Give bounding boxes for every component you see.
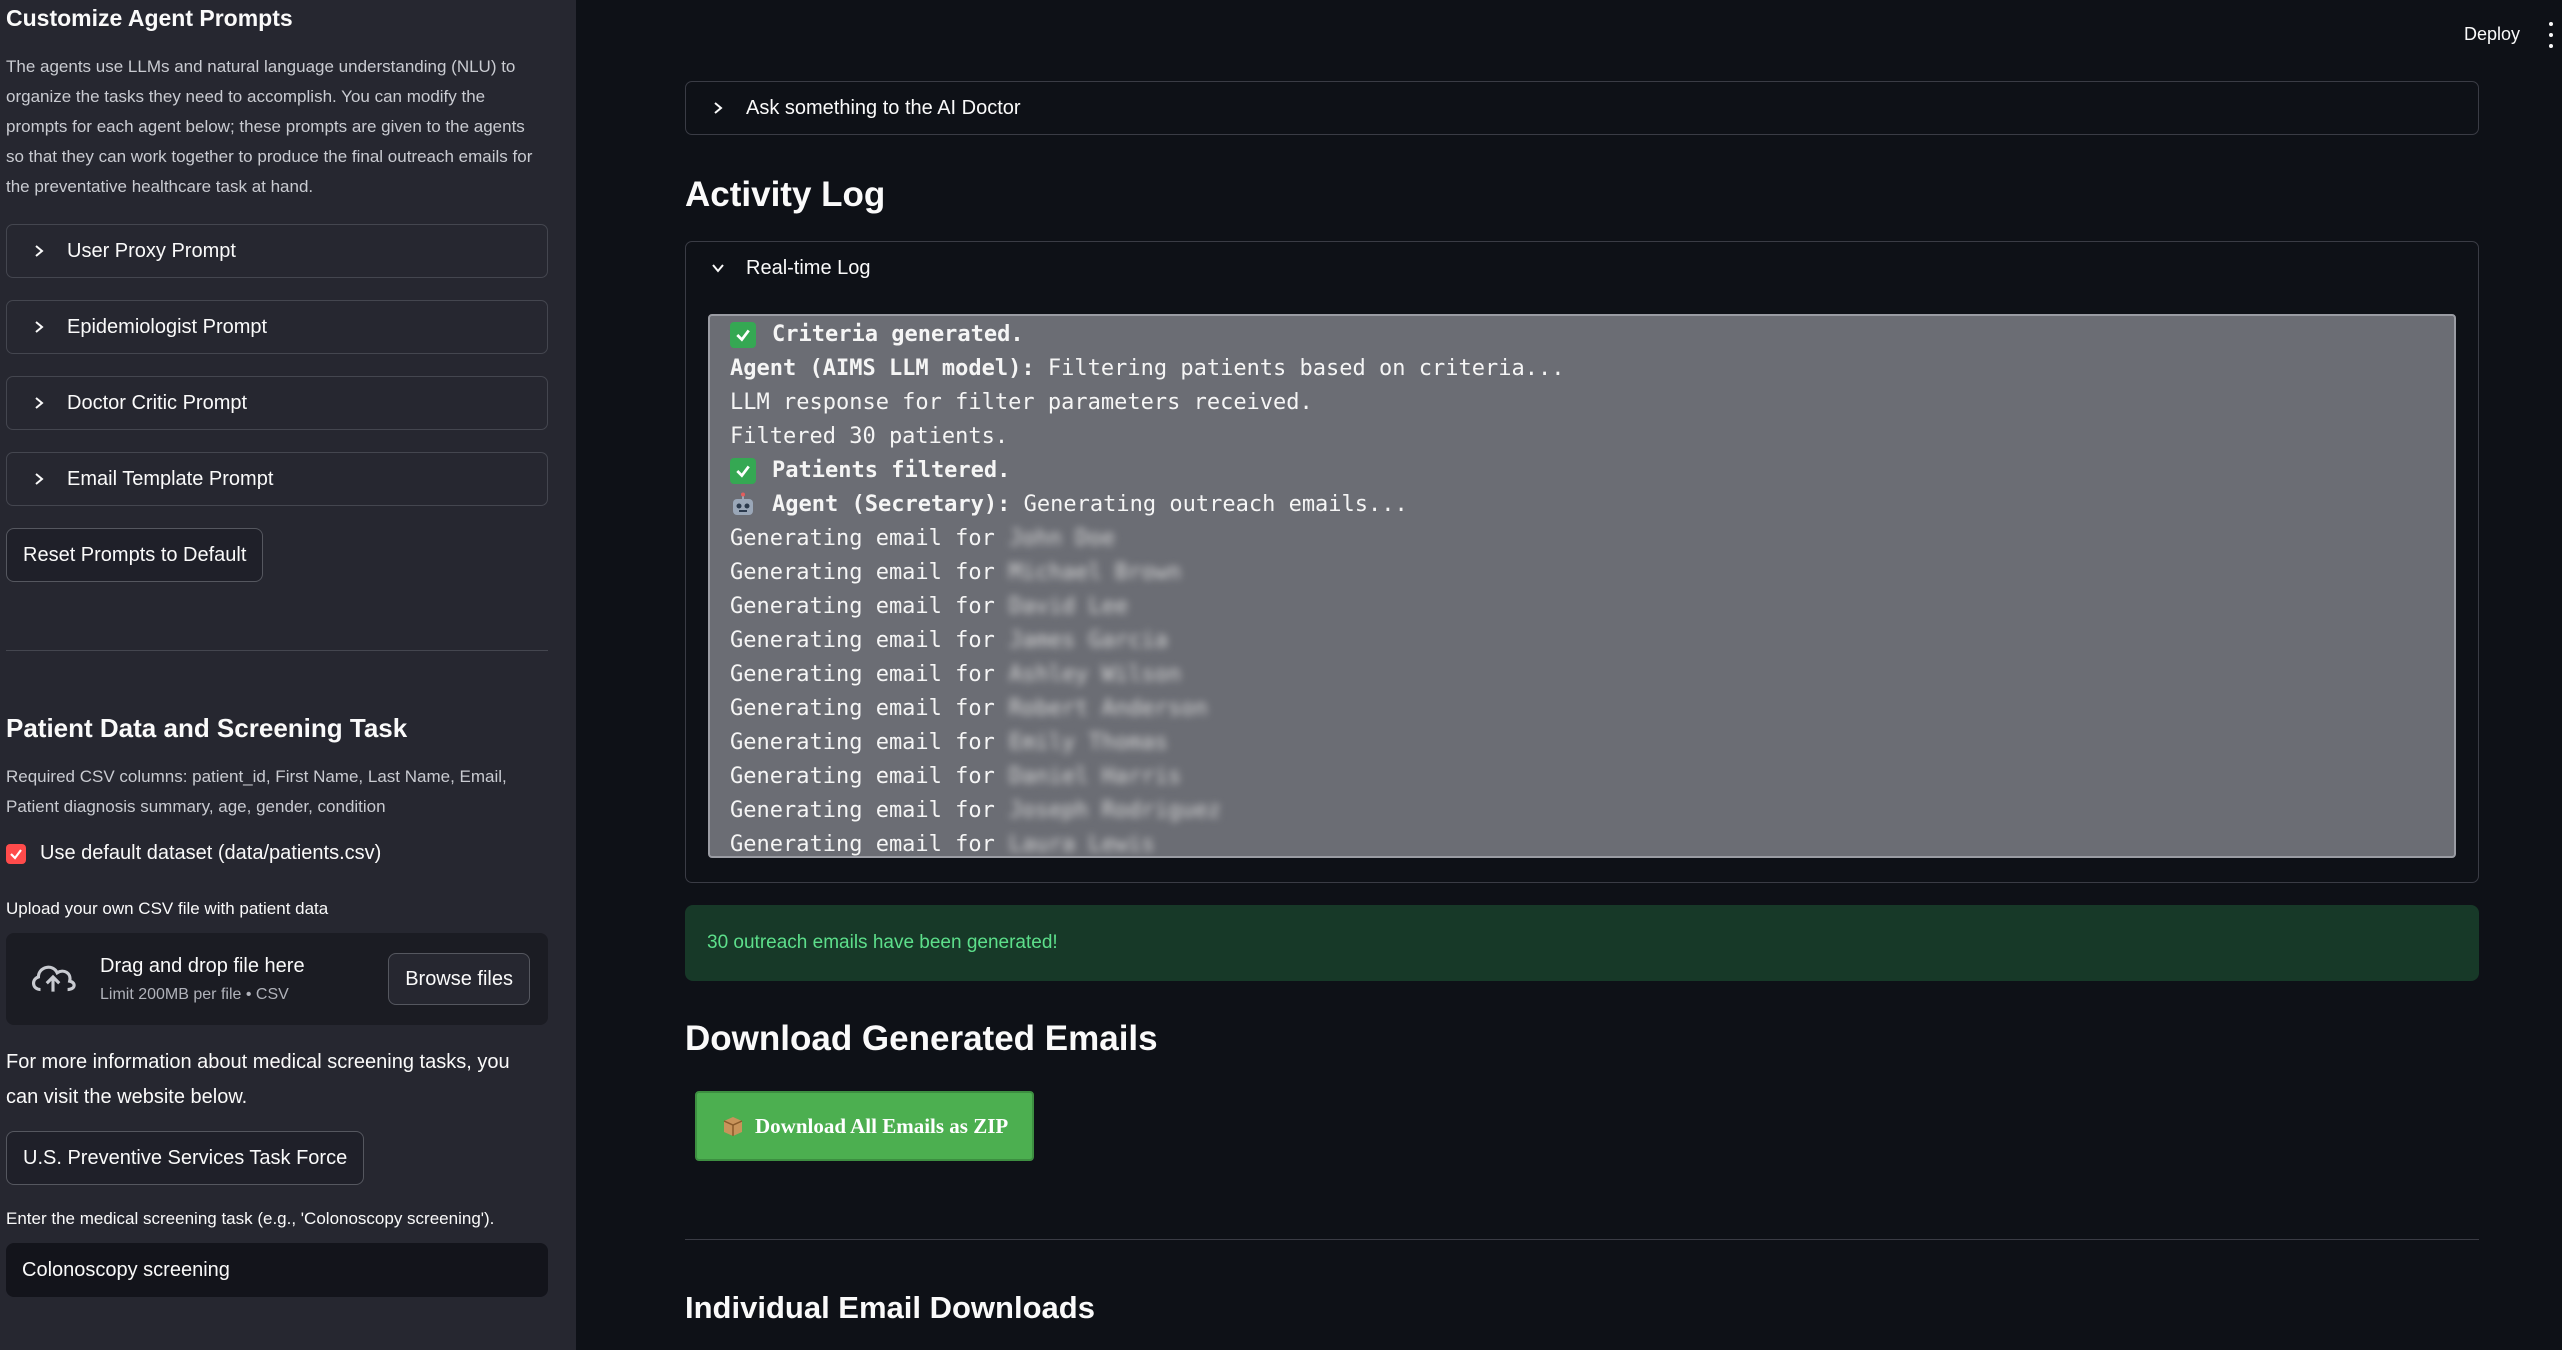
chevron-right-icon [29, 469, 49, 489]
file-uploader-dropzone[interactable]: Drag and drop file here Limit 200MB per … [6, 933, 548, 1025]
reset-prompts-button[interactable]: Reset Prompts to Default [6, 528, 264, 582]
package-icon [721, 1114, 745, 1138]
redacted-name: Laura Lewis [1008, 832, 1155, 857]
main-area: Deploy Ask something to the AI Doctor Ac… [576, 0, 2562, 1350]
log-line: Generating email for David Lee [730, 590, 2454, 624]
activity-log-title: Activity Log [685, 175, 886, 214]
log-line: Generating email for Daniel Harris [730, 760, 2454, 794]
redacted-name: Robert Anderson [1008, 696, 1208, 721]
sidebar-title: Customize Agent Prompts [6, 5, 293, 31]
log-line: Generating email for Robert Anderson [730, 692, 2454, 726]
realtime-log-label: Real-time Log [746, 256, 871, 279]
main-column: Ask something to the AI Doctor Activity … [685, 81, 2479, 1326]
redacted-name: Ashley Wilson [1008, 662, 1182, 687]
chevron-right-icon [708, 98, 728, 118]
deploy-button[interactable]: Deploy [2464, 24, 2520, 45]
log-line: Generating email for John Doe [730, 522, 2454, 556]
expander-label: User Proxy Prompt [67, 239, 236, 262]
chevron-down-icon [708, 258, 728, 278]
redacted-name: Emily Thomas [1008, 730, 1168, 755]
expander-label: Epidemiologist Prompt [67, 315, 268, 338]
upload-label: Upload your own CSV file with patient da… [6, 899, 329, 918]
redacted-name: John Doe [1008, 526, 1115, 551]
cloud-upload-icon [28, 958, 78, 1001]
main-menu-icon[interactable] [2546, 22, 2556, 48]
browse-files-button[interactable]: Browse files [388, 953, 530, 1005]
uspstf-link-button[interactable]: U.S. Preventive Services Task Force [6, 1131, 365, 1185]
default-dataset-label: Use default dataset (data/patients.csv) [40, 842, 382, 864]
sidebar-description: The agents use LLMs and natural language… [6, 57, 533, 196]
redacted-name: Michael Brown [1008, 560, 1182, 585]
log-line: Generating email for Laura Lewis [730, 828, 2454, 857]
chevron-right-icon [29, 393, 49, 413]
expander-user-proxy-prompt[interactable]: User Proxy Prompt [6, 224, 548, 278]
default-dataset-checkbox-row[interactable]: Use default dataset (data/patients.csv) [6, 842, 550, 865]
log-line: Patients filtered. [730, 454, 2454, 488]
main-divider [685, 1239, 2479, 1240]
check-mark-icon [730, 458, 756, 484]
uploader-limit-text: Limit 200MB per file • CSV [100, 985, 289, 1003]
expander-epidemiologist-prompt[interactable]: Epidemiologist Prompt [6, 300, 548, 354]
log-line: LLM response for filter parameters recei… [730, 390, 1313, 415]
redacted-name: Daniel Harris [1008, 764, 1182, 789]
individual-downloads-title: Individual Email Downloads [685, 1290, 1095, 1325]
required-columns-text: Required CSV columns: patient_id, First … [6, 767, 507, 816]
log-line: Criteria generated. [730, 318, 2454, 352]
download-zip-button[interactable]: Download All Emails as ZIP [695, 1091, 1035, 1161]
expander-doctor-critic-prompt[interactable]: Doctor Critic Prompt [6, 376, 548, 430]
check-mark-icon [730, 322, 756, 348]
uploader-text: Drag and drop file here Limit 200MB per … [100, 955, 388, 1004]
expander-email-template-prompt[interactable]: Email Template Prompt [6, 452, 548, 506]
log-line: Agent (AIMS LLM model): Filtering patien… [730, 356, 1565, 381]
log-line: Agent (Secretary): Generating outreach e… [730, 488, 2454, 522]
more-info-text: For more information about medical scree… [6, 1051, 510, 1108]
prompt-expander-list: User Proxy Prompt Epidemiologist Prompt … [6, 224, 550, 506]
redacted-name: Joseph Rodriguez [1008, 798, 1221, 823]
screening-task-input[interactable]: Colonoscopy screening [6, 1243, 548, 1297]
sidebar: Customize Agent Prompts The agents use L… [0, 0, 576, 1350]
log-line: Generating email for Emily Thomas [730, 726, 2454, 760]
success-alert: 30 outreach emails have been generated! [685, 905, 2479, 981]
redacted-name: James Garcia [1008, 628, 1168, 653]
log-line: Generating email for Joseph Rodriguez [730, 794, 2454, 828]
log-output-box[interactable]: Criteria generated. Agent (AIMS LLM mode… [708, 314, 2456, 858]
patient-section-title: Patient Data and Screening Task [6, 713, 408, 743]
ask-ai-doctor-label: Ask something to the AI Doctor [746, 96, 1021, 119]
robot-icon [730, 492, 756, 518]
log-line: Generating email for Michael Brown [730, 556, 2454, 590]
download-section-title: Download Generated Emails [685, 1019, 1158, 1058]
log-line: Generating email for James Garcia [730, 624, 2454, 658]
redacted-name: David Lee [1008, 594, 1129, 619]
log-line: Filtered 30 patients. [730, 424, 1009, 449]
realtime-log-header[interactable]: Real-time Log [686, 242, 2478, 294]
ask-ai-doctor-expander[interactable]: Ask something to the AI Doctor [685, 81, 2479, 135]
sidebar-divider [6, 650, 548, 651]
download-zip-label: Download All Emails as ZIP [755, 1113, 1009, 1138]
chevron-right-icon [29, 317, 49, 337]
uploader-main-text: Drag and drop file here [100, 954, 305, 977]
checkbox-checked-icon[interactable] [6, 843, 26, 864]
chevron-right-icon [29, 241, 49, 261]
task-input-label: Enter the medical screening task (e.g., … [6, 1209, 495, 1228]
realtime-log-expander: Real-time Log Criteria generated. Agent … [685, 241, 2479, 883]
expander-label: Email Template Prompt [67, 467, 274, 490]
log-line: Generating email for Ashley Wilson [730, 658, 2454, 692]
expander-label: Doctor Critic Prompt [67, 391, 248, 414]
